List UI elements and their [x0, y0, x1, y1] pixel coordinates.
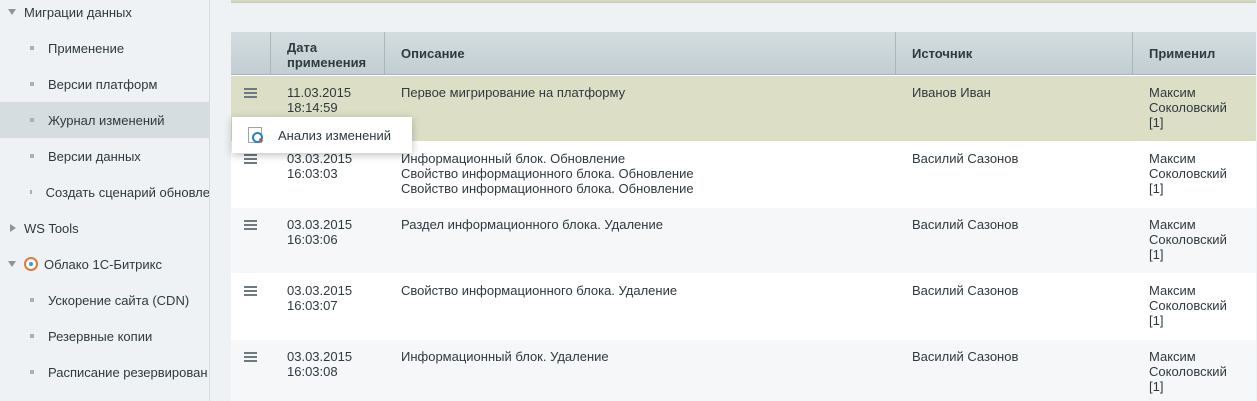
- bullet-icon: [30, 334, 34, 338]
- sidebar-item-label: Журнал изменений: [48, 112, 165, 128]
- cell-applied-by: Максим Соколовский [1]: [1149, 85, 1227, 130]
- sidebar-item-create-update-scenario[interactable]: Создать сценарий обновле: [0, 174, 210, 210]
- sidebar-item-change-log[interactable]: Журнал изменений: [0, 102, 209, 138]
- cell-description: Свойство информационного блока. Удаление: [401, 283, 678, 298]
- header-actions: [231, 32, 271, 75]
- cell-date: 03.03.2015 16:03:08: [287, 349, 353, 379]
- change-log-table: Дата применения Описание Источник Примен…: [231, 32, 1256, 401]
- cell-date: 03.03.2015 16:03:03: [287, 151, 353, 181]
- sidebar-item-label: Расписание резервирован: [48, 364, 208, 380]
- header-description[interactable]: Описание: [385, 32, 896, 75]
- sidebar-item-cdn[interactable]: Ускорение сайта (CDN): [0, 282, 209, 318]
- cell-description: Информационный блок. Обновление Свойство…: [401, 151, 694, 196]
- cell-source: Василий Сазонов: [912, 151, 1019, 166]
- sidebar-item-backups[interactable]: Резервные копии: [0, 318, 209, 354]
- sidebar-section-migrations[interactable]: Миграции данных: [0, 0, 209, 30]
- cell-source: Василий Сазонов: [912, 283, 1019, 298]
- header-source[interactable]: Источник: [896, 32, 1133, 75]
- divider: [231, 0, 1256, 3]
- header-applied-by[interactable]: Применил: [1133, 32, 1256, 75]
- sidebar-item-label: Создать сценарий обновле: [45, 184, 210, 200]
- sidebar-item-label: Версии платформ: [48, 76, 158, 92]
- menu-icon[interactable]: [244, 220, 257, 230]
- cell-description: Первое мигрирование на платформу: [401, 85, 626, 100]
- table-header: Дата применения Описание Источник Примен…: [231, 32, 1256, 75]
- sidebar-item-label: Ускорение сайта (CDN): [48, 292, 190, 308]
- main-content: Дата применения Описание Источник Примен…: [211, 0, 1257, 401]
- table-row[interactable]: 03.03.2015 16:03:07 Свойство информацион…: [231, 274, 1256, 340]
- sidebar-section-bitrix-cloud[interactable]: Облако 1С-Битрикс: [0, 246, 209, 282]
- table-row[interactable]: 03.03.2015 16:03:06 Раздел информационно…: [231, 208, 1256, 274]
- table-row[interactable]: 03.03.2015 16:03:08 Информационный блок.…: [231, 340, 1256, 401]
- header-date[interactable]: Дата применения: [271, 32, 385, 75]
- cell-applied-by: Максим Соколовский [1]: [1149, 283, 1227, 328]
- sidebar: Миграции данных Применение Версии платфо…: [0, 0, 210, 401]
- cell-source: Василий Сазонов: [912, 217, 1019, 232]
- sidebar-section-ws-tools[interactable]: WS Tools: [0, 210, 209, 246]
- chevron-down-icon: [8, 261, 16, 267]
- chevron-right-icon: [10, 224, 16, 232]
- sidebar-item-label: WS Tools: [24, 220, 79, 236]
- cloud-icon: [24, 257, 38, 271]
- chevron-down-icon: [8, 9, 16, 15]
- bullet-icon: [30, 298, 34, 302]
- sidebar-item-platform-versions[interactable]: Версии платформ: [0, 66, 209, 102]
- menu-icon[interactable]: [244, 352, 257, 362]
- sidebar-item-label: Применение: [48, 40, 125, 56]
- sidebar-item-backup-schedule[interactable]: Расписание резервирован: [0, 354, 209, 390]
- bullet-icon: [30, 370, 34, 374]
- cell-date: 03.03.2015 16:03:06: [287, 217, 353, 247]
- menu-item-analyze-changes[interactable]: Анализ изменений: [278, 128, 391, 143]
- bullet-icon: [30, 154, 34, 158]
- cell-source: Иванов Иван: [912, 85, 991, 100]
- cell-applied-by: Максим Соколовский [1]: [1149, 217, 1227, 262]
- cell-date: 03.03.2015 16:03:07: [287, 283, 353, 313]
- sidebar-item-data-versions[interactable]: Версии данных: [0, 138, 209, 174]
- menu-icon[interactable]: [244, 154, 257, 164]
- bullet-icon: [30, 118, 34, 122]
- sidebar-item-label: Резервные копии: [48, 328, 153, 344]
- sidebar-item-label: Облако 1С-Битрикс: [44, 256, 162, 272]
- cell-applied-by: Максим Соколовский [1]: [1149, 349, 1227, 394]
- sidebar-item-label: Миграции данных: [24, 4, 132, 20]
- row-action-menu: Анализ изменений: [232, 117, 412, 153]
- bullet-icon: [30, 82, 34, 86]
- cell-description: Информационный блок. Удаление: [401, 349, 609, 364]
- bullet-icon: [30, 46, 34, 50]
- analyze-icon: [248, 127, 263, 143]
- cell-applied-by: Максим Соколовский [1]: [1149, 151, 1227, 196]
- bullet-icon: [30, 190, 32, 194]
- cell-date: 11.03.2015 18:14:59: [287, 85, 352, 115]
- cell-description: Раздел информационного блока. Удаление: [401, 217, 663, 232]
- sidebar-item-label: Версии данных: [48, 148, 141, 164]
- menu-icon[interactable]: [244, 88, 257, 98]
- cell-source: Василий Сазонов: [912, 349, 1019, 364]
- menu-icon[interactable]: [244, 286, 257, 296]
- sidebar-item-apply[interactable]: Применение: [0, 30, 209, 66]
